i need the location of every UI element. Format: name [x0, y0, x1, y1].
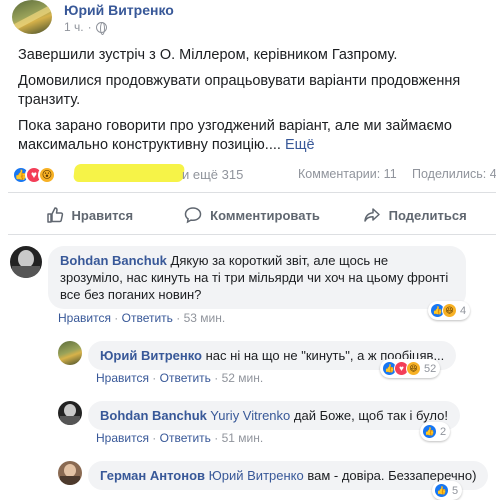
separator-dot: ·	[114, 311, 119, 325]
wow-reaction-icon: 😮	[38, 166, 56, 184]
post-timestamp[interactable]: 1 ч.	[64, 20, 84, 34]
separator-dot: ·	[87, 20, 92, 34]
comment-reply-link[interactable]: Ответить	[160, 371, 211, 385]
thumbs-up-icon	[46, 207, 63, 223]
like-button[interactable]: Нравится	[8, 198, 171, 232]
highlight-marker	[73, 164, 185, 182]
share-button[interactable]: Поделиться	[333, 198, 496, 232]
comment-reactions[interactable]: 👍 ♥ 😆 52	[380, 359, 441, 378]
comment-bubble: Bohdan Banchuk Yuriy Vitrenko дай Боже, …	[88, 401, 460, 430]
comment-actions: Нравится · Ответить · 53 мин.	[58, 311, 225, 325]
separator-dot: ·	[214, 431, 219, 445]
post-author-name[interactable]: Юрий Витренко	[64, 2, 174, 18]
comment-like-link[interactable]: Нравится	[96, 431, 149, 445]
shares-count[interactable]: Поделились: 4	[412, 167, 496, 181]
commenter-avatar[interactable]	[58, 401, 82, 425]
like-button-label: Нравится	[71, 207, 134, 223]
separator-dot: ·	[214, 371, 219, 385]
post-paragraph: Домовилися продовжувати опрацьовувати ва…	[18, 73, 461, 108]
author-avatar[interactable]	[12, 0, 52, 34]
comment-reactions[interactable]: 👍 2	[420, 422, 451, 441]
comment-reactions-count: 5	[452, 484, 459, 497]
comment-text: дай Боже, щоб так і було!	[293, 408, 448, 423]
comment-reactions[interactable]: 👍 5	[432, 481, 463, 500]
comment-button[interactable]: Комментировать	[171, 198, 334, 232]
commenter-avatar[interactable]	[58, 341, 82, 365]
comment-like-link[interactable]: Нравится	[96, 371, 149, 385]
comment-actions: Нравится · Ответить · 51 мин.	[96, 431, 263, 445]
comment-button-label: Комментировать	[210, 207, 320, 223]
share-arrow-icon	[363, 208, 380, 222]
comment-time[interactable]: 51 мин.	[222, 431, 264, 445]
divider	[8, 192, 496, 193]
post-paragraph: Пока зарано говорити про узгоджений варі…	[18, 117, 488, 155]
commenter-avatar[interactable]	[10, 246, 42, 278]
reactions-summary: 👍 ♥ 😮 и ещё 315 Комментарии: 11 Поделили…	[8, 162, 496, 188]
post-meta: 1 ч. ·	[64, 20, 107, 35]
comment-actions: Нравится · Ответить · 52 мин.	[96, 371, 263, 385]
comment-reactions-count: 52	[424, 362, 437, 375]
comment-mention[interactable]: Юрий Витренко	[209, 468, 304, 483]
comment-time[interactable]: 52 мин.	[222, 371, 264, 385]
comment-mention[interactable]: Yuriy Vitrenko	[210, 408, 290, 423]
comment-reactions-count: 2	[440, 425, 447, 438]
comment-reply-link[interactable]: Ответить	[122, 311, 173, 325]
comment-bubble: Герман Антонов Юрий Витренко вам - довір…	[88, 461, 489, 490]
commenter-avatar[interactable]	[58, 461, 82, 485]
comment-like-link[interactable]: Нравится	[58, 311, 111, 325]
comment-author[interactable]: Герман Антонов	[100, 468, 205, 483]
separator-dot: ·	[152, 371, 157, 385]
reactions-count[interactable]: и ещё 315	[182, 167, 243, 182]
separator-dot: ·	[152, 431, 157, 445]
like-reaction-icon: 👍	[422, 424, 437, 439]
comment-reply-link[interactable]: Ответить	[160, 431, 211, 445]
like-reaction-icon: 👍	[434, 483, 449, 498]
post-paragraph: Завершили зустріч з О. Міллером, керівни…	[18, 47, 398, 63]
comment-time[interactable]: 53 мин.	[184, 311, 226, 325]
comments-count[interactable]: Комментарии: 11	[298, 167, 397, 181]
comment-bubble-icon	[184, 207, 202, 224]
separator-dot: ·	[176, 311, 181, 325]
see-more-link[interactable]: Ещё	[285, 137, 315, 153]
share-button-label: Поделиться	[388, 207, 467, 223]
comment-bubble: Bohdan Banchuk Дякую за короткий звіт, а…	[48, 246, 466, 309]
comment-reactions-count: 4	[460, 304, 467, 317]
post-action-bar: Нравится Комментировать Поделиться	[8, 198, 496, 232]
comment-author[interactable]: Bohdan Banchuk	[100, 408, 207, 423]
post-header: Юрий Витренко 1 ч. ·	[8, 0, 488, 36]
globe-icon	[95, 21, 107, 35]
post-paragraph-text: Пока зарано говорити про узгоджений варі…	[18, 118, 452, 153]
reaction-icons[interactable]: 👍 ♥ 😮	[12, 166, 56, 184]
comment-author[interactable]: Bohdan Banchuk	[60, 253, 167, 268]
haha-reaction-icon: 😆	[406, 361, 421, 376]
comment-reactions[interactable]: 👍 😆 4	[428, 301, 471, 320]
post-body: Завершили зустріч з О. Міллером, керівни…	[18, 46, 488, 162]
comment-author[interactable]: Юрий Витренко	[100, 348, 202, 363]
divider	[8, 234, 496, 235]
haha-reaction-icon: 😆	[442, 303, 457, 318]
